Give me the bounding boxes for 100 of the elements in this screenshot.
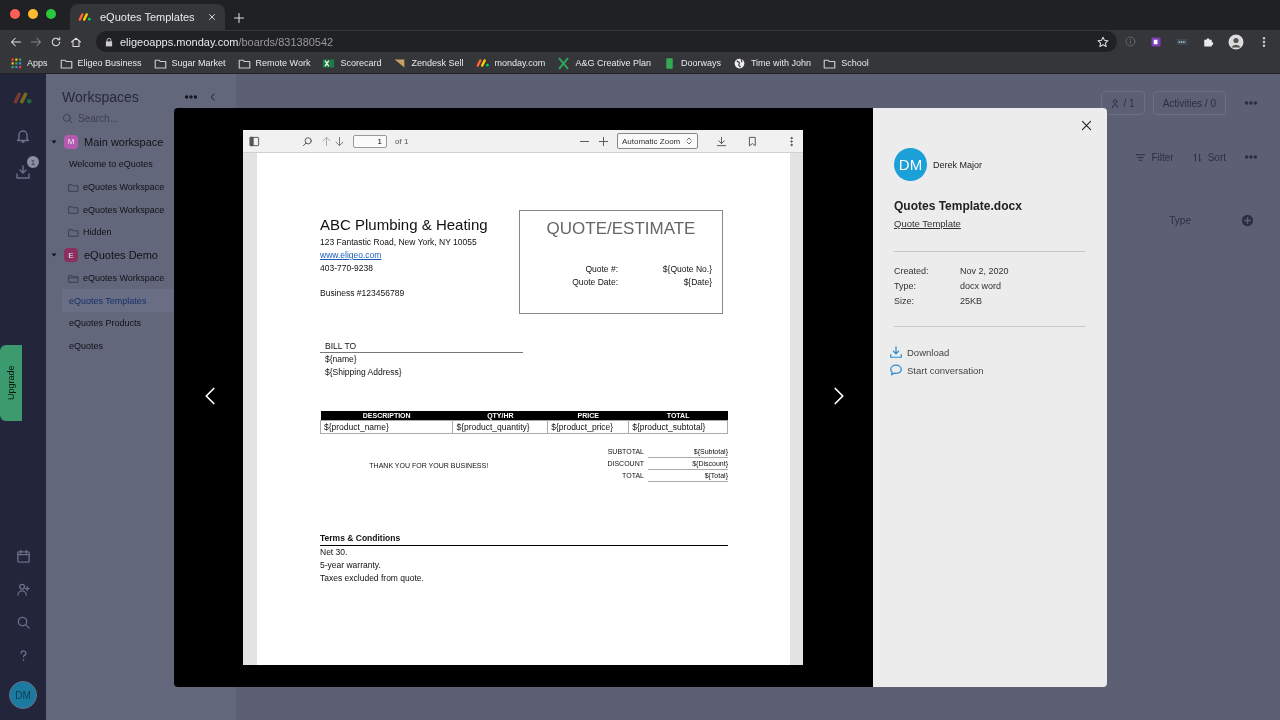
search-icon (302, 135, 313, 147)
spreadsheet-icon (322, 56, 336, 70)
meta-value: docx word (960, 281, 1003, 291)
close-button[interactable] (1080, 119, 1093, 132)
open-folder-icon (68, 272, 79, 284)
meta-label: Created: (894, 266, 930, 276)
globe-icon (732, 56, 746, 70)
reload-icon (50, 35, 62, 48)
profile-avatar-icon (1228, 33, 1244, 50)
triangle-icon (393, 56, 407, 70)
website-link[interactable]: www.eligeo.com (320, 249, 382, 260)
bill-to-line: ${name} (324, 353, 358, 366)
close-window-button[interactable] (10, 9, 20, 19)
back-icon (10, 35, 22, 48)
bookmark[interactable]: Scorecard (322, 56, 382, 70)
page-number-field[interactable]: 1 (353, 134, 387, 148)
download-icon (889, 345, 903, 359)
inbox-download-icon (15, 164, 31, 180)
download-button[interactable]: Download (889, 345, 1086, 359)
minimize-window-button[interactable] (28, 9, 38, 19)
terms-line: 5-year warranty. (320, 558, 382, 572)
arrow-up-icon (321, 135, 332, 147)
browser-tab[interactable]: eQuotes Templates (70, 4, 225, 30)
bookmark[interactable]: Eligeo Business (59, 56, 142, 70)
table-cell: ${product_price} (547, 420, 629, 434)
info-icon (1125, 36, 1136, 47)
folder-icon (68, 181, 79, 193)
arrow-down-icon (334, 135, 345, 147)
sidebar-title: Workspaces (62, 89, 140, 105)
board-link[interactable]: Quote Template (894, 218, 961, 229)
table-cell: ${product_subtotal} (628, 420, 728, 434)
close-icon (207, 12, 217, 22)
company-name: ABC Plumbing & Heating (320, 216, 489, 234)
meta-label: Size: (894, 296, 915, 306)
workspace-badge: M (64, 134, 78, 149)
terms-heading: Terms & Conditions (320, 531, 728, 546)
upgrade-button[interactable]: Upgrade (0, 345, 22, 421)
page-count: of 1 (395, 136, 409, 146)
address-text: 123 Fantastic Road, New York, NY 10055 (320, 236, 478, 249)
forward-icon (30, 35, 42, 48)
user-name: Derek Major (933, 159, 982, 170)
download-icon (716, 135, 727, 147)
bookmark[interactable]: Apps (10, 57, 48, 69)
table-cell: ${product_quantity} (452, 420, 548, 434)
terms-line: Net 30. (320, 545, 349, 559)
business-number: Business #123456789 (320, 287, 406, 301)
bookmark[interactable]: Time with John (732, 56, 812, 70)
field-value: ${Quote No.} (661, 263, 712, 276)
file-name: Quotes Template.docx (894, 199, 1023, 213)
x-letter-icon (557, 56, 571, 70)
folder-icon (68, 204, 79, 216)
new-tab-icon (233, 12, 245, 24)
star-icon (1097, 35, 1109, 48)
filter-icon (1135, 151, 1147, 163)
field-label: Quote #: (584, 263, 618, 276)
updown-icon (685, 137, 693, 145)
bookmark[interactable]: Remote Work (237, 56, 311, 70)
folder-icon (68, 226, 79, 238)
bookmark[interactable]: A&G Creative Plan (557, 56, 651, 70)
field-label: Quote Date: (571, 275, 618, 288)
search-icon (62, 113, 73, 124)
apps-grid-icon (10, 57, 22, 69)
bookmark[interactable]: Sugar Market (153, 56, 226, 70)
field-value: ${Date} (682, 275, 712, 288)
quote-title: QUOTE/ESTIMATE (545, 219, 697, 239)
zoom-select[interactable]: Automatic Zoom (617, 133, 698, 149)
address-bar[interactable]: eligeoapps.monday.com/boards/831380542 (96, 31, 1117, 52)
bookmark[interactable]: Doorways (662, 56, 721, 70)
lock-icon (104, 36, 114, 47)
notification-badge: 1 (27, 156, 39, 168)
meta-label: Type: (894, 281, 917, 291)
meta-value: Nov 2, 2020 (960, 266, 1010, 276)
bookmark[interactable]: monday.com (475, 56, 546, 70)
add-person-icon (15, 582, 31, 597)
conversation-button[interactable]: Start conversation (889, 363, 1086, 377)
bookmark-icon (747, 135, 758, 147)
close-icon (1080, 119, 1093, 132)
search-icon (15, 615, 31, 630)
meta-value: 25KB (960, 296, 984, 306)
add-column-icon (1241, 214, 1254, 227)
notebook-icon (1150, 35, 1162, 48)
workspace-badge: E (64, 248, 78, 263)
workspace-header[interactable]: E eQuotes Demo (50, 243, 236, 267)
workspace-header[interactable]: M Main workspace (50, 130, 236, 153)
colored-dots-icon (475, 56, 490, 70)
puzzle-icon (1202, 35, 1214, 48)
table-cell: ${product_name} (320, 420, 453, 434)
collapse-chevron-icon (208, 92, 218, 102)
zoom-window-button[interactable] (46, 9, 56, 19)
bell-icon (15, 128, 31, 144)
colored-dots-icon (78, 10, 92, 24)
sidebar-toggle-icon (249, 135, 260, 147)
bill-to-line: ${Shipping Address} (324, 365, 403, 379)
bookmark[interactable]: Zendesk Sell (393, 56, 464, 70)
chat-bubble-icon (889, 363, 903, 377)
terms-line: Taxes excluded from quote. (320, 571, 425, 585)
phone-text: 403-770-9238 (320, 261, 374, 275)
home-icon (70, 35, 82, 48)
zoom-in-icon (598, 135, 609, 147)
bookmark[interactable]: School (823, 56, 869, 70)
